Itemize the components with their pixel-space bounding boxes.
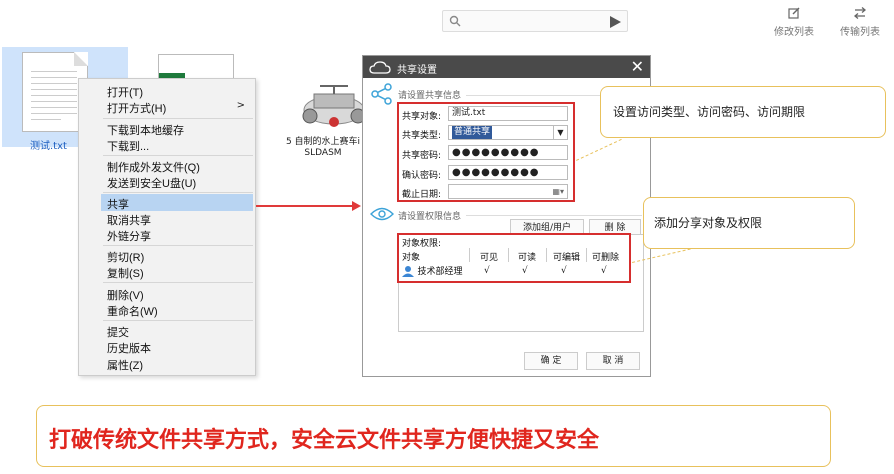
ok-button[interactable]: 确 定: [524, 352, 578, 370]
cad-file-name-line2: SLDASM: [304, 148, 342, 158]
callout-bottom-text: 添加分享对象及权限: [654, 216, 763, 230]
table-row[interactable]: 技术部经理: [402, 264, 463, 277]
edit-icon: [788, 7, 800, 19]
user-name: 技术部经理: [417, 267, 463, 277]
cad-file-name: 5 自制的水上赛车i SLDASM: [283, 137, 363, 159]
menu-item-cancel-share[interactable]: 取消共享: [107, 212, 151, 228]
check-delete[interactable]: √: [601, 266, 607, 276]
object-perm-label: 对象权限:: [402, 239, 442, 249]
menu-item-share[interactable]: 共享: [107, 196, 129, 212]
col-visible: 可见: [480, 253, 499, 263]
pointer-arrow-line: [256, 205, 356, 207]
share-object-field[interactable]: 测试.txt: [448, 106, 568, 121]
dropdown-arrow-icon[interactable]: ▼: [553, 126, 567, 139]
slogan-box: 打破传统文件共享方式，安全云文件共享方便快捷又安全: [36, 405, 831, 467]
share-type-select[interactable]: 普通共享 ▼: [448, 125, 568, 140]
context-menu: 打开(T) 打开方式(H) > 下载到本地缓存 下载到... 制作成外发文件(Q…: [78, 78, 256, 376]
share-info-title: 请设置共享信息: [398, 91, 462, 101]
menu-item-properties[interactable]: 属性(Z): [107, 357, 143, 373]
search-bar[interactable]: [442, 10, 628, 32]
divider: [466, 215, 642, 216]
edit-list-button[interactable]: 修改列表: [764, 6, 824, 38]
close-icon[interactable]: ✕: [631, 57, 644, 76]
password-label: 共享密码:: [402, 151, 442, 161]
menu-item-download-to[interactable]: 下载到...: [107, 138, 149, 154]
menu-item-delete[interactable]: 删除(V): [107, 287, 144, 303]
transfer-icon: [853, 7, 867, 19]
menu-item-open[interactable]: 打开(T): [107, 84, 143, 100]
menu-item-cut[interactable]: 剪切(R): [107, 249, 144, 265]
share-icon: [371, 83, 392, 105]
confirm-password-field[interactable]: ●●●●●●●●●: [448, 165, 568, 180]
search-icon: [449, 15, 461, 27]
expiry-label: 截止日期:: [402, 190, 442, 200]
menu-item-open-with[interactable]: 打开方式(H): [107, 100, 166, 116]
callout-permissions: 添加分享对象及权限: [643, 197, 855, 249]
col-edit: 可编辑: [553, 253, 581, 263]
cad-model-icon[interactable]: [300, 78, 368, 130]
slogan-text: 打破传统文件共享方式，安全云文件共享方便快捷又安全: [49, 428, 600, 453]
col-delete: 可删除: [592, 253, 620, 263]
dialog-titlebar: 共享设置 ✕: [363, 56, 650, 78]
submenu-arrow-icon: >: [236, 100, 245, 111]
cloud-icon: [369, 61, 391, 74]
col-read: 可读: [518, 253, 537, 263]
dialog-title: 共享设置: [397, 65, 437, 76]
confirm-password-label: 确认密码:: [402, 171, 442, 181]
callout-top-text: 设置访问类型、访问密码、访问期限: [613, 105, 806, 119]
transfer-list-label: 传输列表: [840, 27, 880, 38]
cad-file-name-line1: 5 自制的水上赛车i: [285, 137, 361, 147]
password-field[interactable]: ●●●●●●●●●: [448, 145, 568, 160]
menu-item-commit[interactable]: 提交: [107, 324, 129, 340]
expiry-date-field[interactable]: ▦▾: [448, 184, 568, 199]
calendar-icon[interactable]: ▦▾: [552, 185, 564, 198]
col-object: 对象: [402, 253, 421, 263]
menu-item-download-cache[interactable]: 下载到本地缓存: [107, 122, 184, 138]
menu-item-history[interactable]: 历史版本: [107, 340, 151, 356]
user-icon: [402, 266, 414, 277]
check-edit[interactable]: √: [561, 266, 567, 276]
share-type-label: 共享类型:: [402, 131, 442, 141]
cancel-button[interactable]: 取 消: [586, 352, 640, 370]
check-visible[interactable]: √: [484, 266, 490, 276]
pointer-arrow-head: [352, 201, 361, 211]
menu-item-send-usb[interactable]: 发送到安全U盘(U): [107, 175, 196, 191]
edit-list-label: 修改列表: [774, 27, 814, 38]
eye-icon: [370, 207, 394, 221]
share-object-label: 共享对象:: [402, 112, 442, 122]
perm-info-title: 请设置权限信息: [398, 212, 462, 222]
share-type-value: 普通共享: [452, 126, 493, 139]
callout-access-settings: 设置访问类型、访问密码、访问期限: [600, 86, 886, 138]
transfer-list-button[interactable]: 传输列表: [830, 6, 890, 38]
menu-item-external-link[interactable]: 外链分享: [107, 228, 151, 244]
menu-item-make-outgoing[interactable]: 制作成外发文件(Q): [107, 159, 200, 175]
play-icon[interactable]: [610, 16, 621, 28]
menu-item-copy[interactable]: 复制(S): [107, 265, 144, 281]
selected-file-name: 测试.txt: [30, 141, 67, 152]
check-read[interactable]: √: [522, 266, 528, 276]
menu-item-rename[interactable]: 重命名(W): [107, 303, 158, 319]
